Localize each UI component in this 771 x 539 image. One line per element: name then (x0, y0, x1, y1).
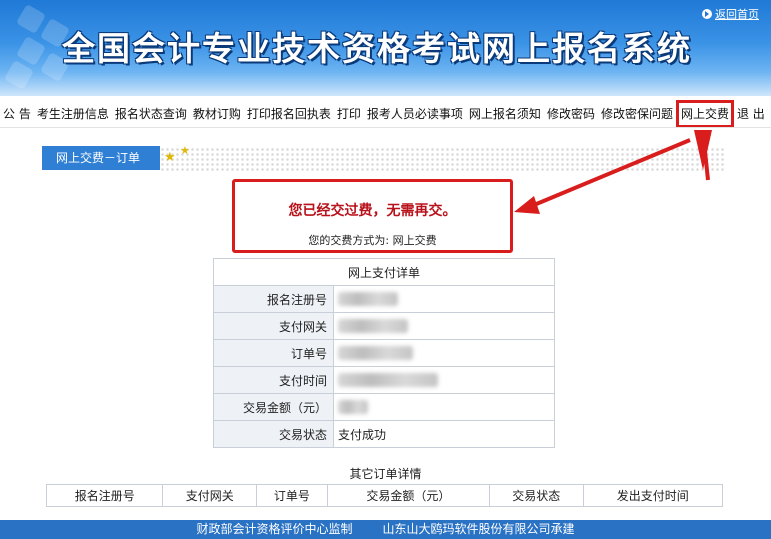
nav-item[interactable]: 打印报名回执表 (244, 100, 334, 127)
redacted-value (338, 319, 408, 334)
detail-label: 订单号 (213, 339, 334, 367)
detail-value (333, 312, 555, 340)
payment-detail-table: 网上支付详单 报名注册号 支付网关 订单号 支付时间 交易金额（元） 交易状态 支付成功 (213, 258, 555, 448)
detail-label: 支付时间 (213, 366, 334, 394)
redacted-value (338, 346, 413, 361)
table-row: 订单号 (213, 339, 555, 367)
column-header: 订单号 (256, 484, 328, 507)
hexagon-decoration (15, 35, 47, 67)
column-header: 支付网关 (162, 484, 258, 507)
column-header: 交易状态 (489, 484, 584, 507)
table-row: 支付时间 (213, 366, 555, 394)
header-banner: 全国会计专业技术资格考试网上报名系统 返回首页 (0, 0, 771, 96)
detail-value (333, 366, 555, 394)
detail-value: 支付成功 (333, 420, 555, 448)
table-row: 支付网关 (213, 312, 555, 340)
table-row: 报名注册号 (213, 285, 555, 313)
notice-message: 您已经交过费，无需再交。 (288, 203, 457, 219)
redacted-value (338, 400, 368, 415)
detail-label: 交易金额（元） (213, 393, 334, 421)
table-row: 交易状态 支付成功 (213, 420, 555, 448)
detail-value (333, 393, 555, 421)
detail-label: 报名注册号 (213, 285, 334, 313)
footer-supervisor: 财政部会计资格评价中心监制 (196, 522, 353, 536)
footer: 财政部会计资格评价中心监制 山东山大鸥玛软件股份有限公司承建 (0, 520, 771, 539)
dotted-divider (160, 147, 725, 171)
payment-method-text: 您的交费方式为: 网上交费 (308, 234, 437, 247)
table-row: 交易金额（元） (213, 393, 555, 421)
star-icon: ★ (180, 144, 190, 157)
nav-item[interactable]: 网上交费 (675, 100, 734, 127)
payment-notice: 您已经交过费，无需再交。 您的交费方式为: 网上交费 (232, 179, 513, 253)
hexagon-decoration (15, 3, 47, 35)
nav-item[interactable]: 报考人员必读事项 (364, 100, 466, 127)
section-tab: 网上交费－订单 (42, 146, 160, 170)
redacted-value (338, 373, 438, 388)
detail-label: 交易状态 (213, 420, 334, 448)
arrow-head (514, 196, 540, 214)
nav-item[interactable]: 网上报名须知 (466, 100, 544, 127)
column-header: 交易金额（元） (326, 484, 491, 507)
other-orders-table: 报名注册号 支付网关 订单号 交易金额（元） 交易状态 发出支付时间 (45, 484, 724, 507)
column-header: 报名注册号 (45, 484, 164, 507)
nav-item[interactable]: 打印 (334, 100, 364, 127)
back-home-link[interactable]: 返回首页 (702, 6, 759, 22)
arrow-right-icon (702, 9, 712, 19)
nav-item[interactable]: 公 告 (0, 100, 34, 127)
hexagon-decoration (3, 59, 35, 91)
detail-value (333, 285, 555, 313)
detail-value (333, 339, 555, 367)
column-header: 发出支付时间 (582, 484, 724, 507)
redacted-value (338, 292, 398, 307)
detail-label: 支付网关 (213, 312, 334, 340)
other-orders-caption: 其它订单详情 (349, 467, 422, 481)
nav-item[interactable]: 修改密码 (544, 100, 598, 127)
nav-item[interactable]: 考生注册信息 (34, 100, 112, 127)
nav-item[interactable]: 教材订购 (190, 100, 244, 127)
nav-item[interactable]: 报名状态查询 (112, 100, 190, 127)
star-icon: ★ (164, 150, 176, 165)
nav-item[interactable]: 修改密保问题 (598, 100, 676, 127)
payment-detail-caption: 网上支付详单 (213, 258, 555, 286)
footer-developer: 山东山大鸥玛软件股份有限公司承建 (382, 522, 575, 536)
nav-item[interactable]: 退 出 (734, 100, 768, 127)
system-title: 全国会计专业技术资格考试网上报名系统 (62, 29, 692, 68)
main-nav: 公 告考生注册信息 报名状态查询 教材订购 打印报名回执表 打印 报考人员必读事项 网上报名… (0, 100, 771, 128)
back-home-label: 返回首页 (715, 8, 759, 21)
